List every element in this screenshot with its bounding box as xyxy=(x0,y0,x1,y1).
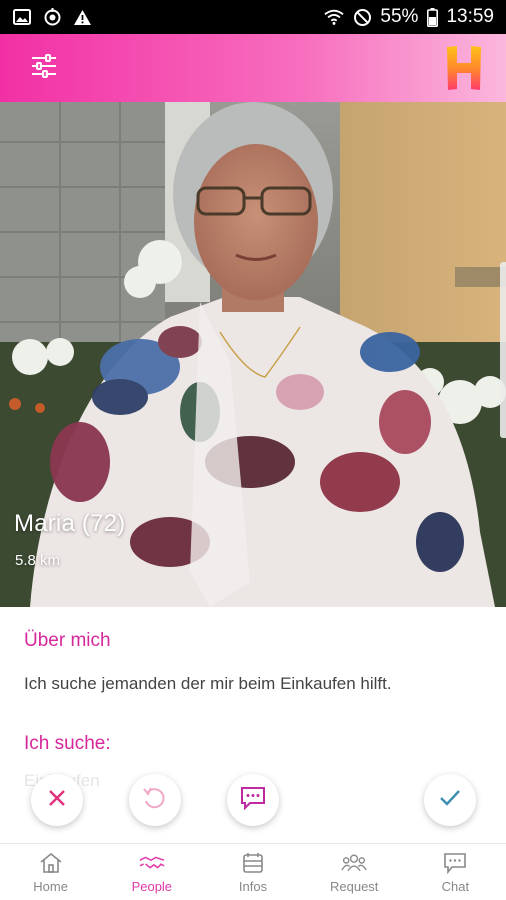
status-bar: 55% 13:59 xyxy=(0,0,506,34)
nav-infos[interactable]: Infos xyxy=(202,844,303,900)
profile-photo[interactable]: Maria (72) 5.8 km xyxy=(0,102,506,607)
warning-icon xyxy=(72,7,92,27)
reject-button[interactable] xyxy=(31,774,83,826)
battery-percent: 55% xyxy=(380,6,419,27)
home-icon xyxy=(38,851,64,875)
close-icon xyxy=(48,789,66,812)
nav-request-label: Request xyxy=(330,878,379,894)
nav-request[interactable]: Request xyxy=(304,844,405,900)
about-text: Ich suche jemanden der mir beim Einkaufe… xyxy=(24,674,392,693)
clock: 13:59 xyxy=(446,6,494,27)
seeking-title: Ich suche: xyxy=(24,733,111,754)
handshake-icon xyxy=(139,851,165,875)
nav-home-label: Home xyxy=(33,878,68,894)
battery-icon xyxy=(426,7,438,27)
nav-infos-label: Infos xyxy=(238,878,268,894)
nav-people[interactable]: People xyxy=(101,844,202,900)
chat-bubble-icon xyxy=(442,851,468,875)
undo-icon xyxy=(142,786,168,815)
sync-icon xyxy=(42,7,62,27)
chat-icon xyxy=(240,786,266,815)
nav-chat-label: Chat xyxy=(441,878,470,894)
image-icon xyxy=(12,7,32,27)
do-not-disturb-icon xyxy=(352,7,372,27)
wifi-icon xyxy=(324,7,345,27)
check-icon xyxy=(439,789,461,812)
profile-name: Maria (72) xyxy=(14,510,126,537)
accept-button[interactable] xyxy=(424,774,476,826)
app-header xyxy=(0,34,506,102)
nav-people-label: People xyxy=(131,878,173,894)
sliders-icon xyxy=(31,53,57,83)
undo-button[interactable] xyxy=(129,774,181,826)
photo-scroll-handle[interactable] xyxy=(500,262,506,438)
nav-chat[interactable]: Chat xyxy=(405,844,506,900)
bottom-nav: Home People Infos Request Chat xyxy=(0,843,506,900)
message-button[interactable] xyxy=(227,774,279,826)
nav-home[interactable]: Home xyxy=(0,844,101,900)
status-icons-right: 55% 13:59 xyxy=(324,6,494,28)
app-logo xyxy=(442,42,486,94)
status-icons-left xyxy=(12,7,92,27)
profile-distance: 5.8 km xyxy=(15,552,61,569)
app-screen: 55% 13:59 Maria (72) 5.8 km Über mich Ic… xyxy=(0,0,506,900)
about-title: Über mich xyxy=(24,630,111,651)
filter-button[interactable] xyxy=(20,44,68,92)
group-icon xyxy=(341,851,367,875)
info-board-icon xyxy=(240,851,266,875)
